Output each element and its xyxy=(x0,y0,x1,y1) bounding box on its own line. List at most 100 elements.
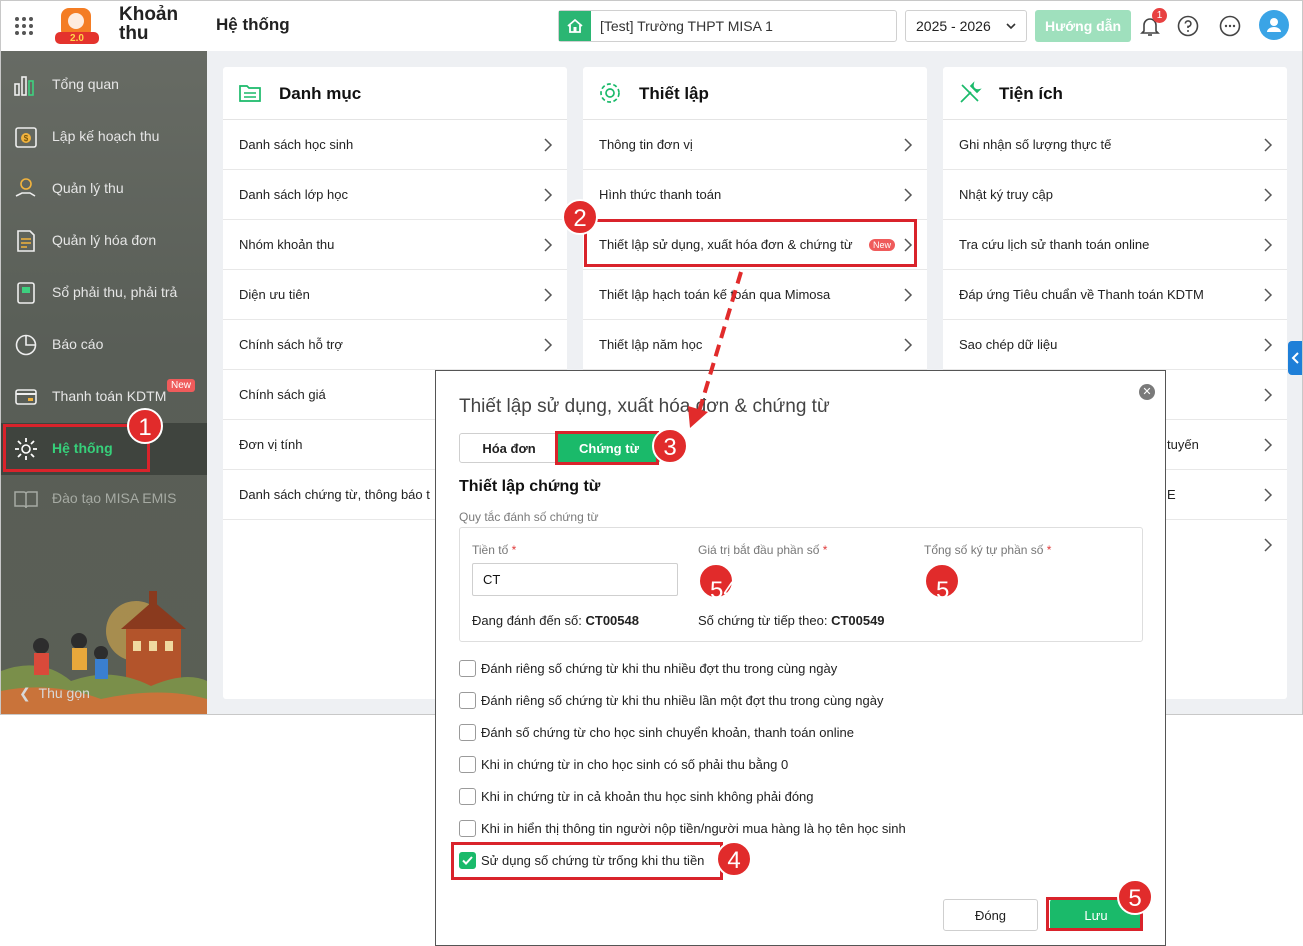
list-item-label: Diện ưu tiên xyxy=(239,287,310,302)
list-item[interactable]: Diện ưu tiên xyxy=(223,270,567,320)
top-bar: 2.0 Khoản thu Hệ thống [Test] Trường THP… xyxy=(1,1,1302,51)
list-item[interactable]: Thiết lập năm học xyxy=(583,320,927,370)
list-item[interactable]: Danh sách lớp học xyxy=(223,170,567,220)
book-icon xyxy=(14,491,38,509)
list-item[interactable]: Tra cứu lịch sử thanh toán online xyxy=(943,220,1287,270)
chevron-down-icon xyxy=(1006,23,1016,30)
start-value-label: Giá trị bắt đầu phần số * xyxy=(698,543,827,557)
sidebar-item-training[interactable]: Đào tạo MISA EMIS xyxy=(1,473,207,525)
step-badge-1: 1 xyxy=(127,408,163,444)
list-item[interactable]: Đáp ứng Tiêu chuẩn về Thanh toán KDTM xyxy=(943,270,1287,320)
sidebar-item-collection[interactable]: Quản lý thu xyxy=(1,163,207,215)
sidebar-item-label: Tổng quan xyxy=(52,76,119,92)
checkbox-label: Khi in hiển thị thông tin người nộp tiền… xyxy=(481,820,906,836)
checkbox[interactable] xyxy=(459,755,476,773)
list-item[interactable]: Chính sách hỗ trợ xyxy=(223,320,567,370)
numbering-rules-box: Tiền tố * CT Giá trị bắt đầu phần số * 5… xyxy=(459,527,1143,642)
next-number-info: Số chứng từ tiếp theo: CT00549 xyxy=(698,613,885,628)
ledger-icon xyxy=(17,282,35,304)
option-print-student-name[interactable]: Khi in hiển thị thông tin người nộp tiền… xyxy=(459,818,906,838)
more-icon[interactable] xyxy=(1218,14,1242,38)
sidebar-item-cashless[interactable]: Thanh toán KDTM New xyxy=(1,371,207,423)
sidebar-item-plan[interactable]: $ Lập kế hoạch thu xyxy=(1,111,207,163)
chevron-right-icon xyxy=(904,188,913,202)
required-mark: * xyxy=(822,543,828,557)
annotation-box-settings-item xyxy=(584,219,917,267)
section-title: Thiết lập chứng từ xyxy=(459,478,601,495)
digit-count-label-text: Tổng số ký tự phần số xyxy=(924,543,1044,557)
list-item[interactable]: Danh sách học sinh xyxy=(223,120,567,170)
chevron-right-icon xyxy=(544,188,553,202)
list-item[interactable]: Thiết lập hạch toán kế toán qua Mimosa xyxy=(583,270,927,320)
help-icon[interactable] xyxy=(1176,14,1200,38)
prefix-input[interactable]: CT xyxy=(472,563,678,596)
sidebar-item-label: Quản lý hóa đơn xyxy=(52,232,157,248)
chevron-right-icon xyxy=(544,238,553,252)
option-separate-by-batch[interactable]: Đánh riêng số chứng từ khi thu nhiều đợt… xyxy=(459,658,837,678)
collapse-sidebar-button[interactable]: ❮ Thu gọn xyxy=(19,685,90,702)
list-item-label: Thiết lập hạch toán kế toán qua Mimosa xyxy=(599,287,831,302)
chevron-right-icon xyxy=(1264,288,1273,302)
chevron-right-icon xyxy=(1264,138,1273,152)
sidebar-item-reports[interactable]: Báo cáo xyxy=(1,319,207,371)
option-print-exempt[interactable]: Khi in chứng từ in cả khoản thu học sinh… xyxy=(459,786,814,806)
plan-money-icon: $ xyxy=(15,127,37,148)
checkbox[interactable] xyxy=(459,723,476,741)
school-selector[interactable]: [Test] Trường THPT MISA 1 xyxy=(558,10,897,42)
tab-invoice[interactable]: Hóa đơn xyxy=(459,433,559,463)
prefix-label: Tiền tố * xyxy=(472,543,516,557)
chevron-right-icon xyxy=(544,138,553,152)
guide-button[interactable]: Hướng dẫn xyxy=(1035,10,1131,42)
option-separate-by-time[interactable]: Đánh riêng số chứng từ khi thu nhiều lần… xyxy=(459,690,883,710)
card-title: Thiết lập xyxy=(639,84,709,103)
list-item[interactable]: Sao chép dữ liệu xyxy=(943,320,1287,370)
required-mark: * xyxy=(511,543,517,557)
list-item-label: Ghi nhận số lượng thực tế xyxy=(959,137,1112,152)
expand-panel-button[interactable] xyxy=(1288,341,1302,375)
list-item[interactable]: Ghi nhận số lượng thực tế xyxy=(943,120,1287,170)
step-badge-2: 2 xyxy=(562,199,598,235)
digit-count-input[interactable]: 5 xyxy=(924,563,960,604)
gear-icon xyxy=(600,83,620,103)
dialog-title: Thiết lập sử dụng, xuất hóa đơn & chứng … xyxy=(459,396,830,417)
collapse-label: Thu gọn xyxy=(38,685,90,701)
list-item[interactable]: Thông tin đơn vị xyxy=(583,120,927,170)
list-item[interactable]: Hình thức thanh toán xyxy=(583,170,927,220)
required-mark: * xyxy=(1046,543,1052,557)
current-number-label: Đang đánh đến số: xyxy=(472,613,582,628)
start-value-input[interactable]: 549 xyxy=(698,563,750,604)
sidebar-item-overview[interactable]: Tổng quan xyxy=(1,59,207,111)
close-icon[interactable]: ✕ xyxy=(1139,384,1155,400)
list-item-label: Danh sách học sinh xyxy=(239,137,354,152)
checkbox[interactable] xyxy=(459,819,476,837)
option-number-online[interactable]: Đánh số chứng từ cho học sinh chuyển kho… xyxy=(459,722,854,742)
card-title: Tiện ích xyxy=(999,84,1063,103)
step-badge-4: 4 xyxy=(716,841,752,877)
list-item[interactable]: Nhật ký truy cập xyxy=(943,170,1287,220)
option-print-zero[interactable]: Khi in chứng từ in cho học sinh có số ph… xyxy=(459,754,788,774)
home-icon[interactable] xyxy=(559,11,591,41)
checkbox[interactable] xyxy=(459,659,476,677)
hand-money-icon xyxy=(15,178,36,197)
chevron-left-icon xyxy=(1291,352,1299,364)
sidebar-item-label: Đào tạo MISA EMIS xyxy=(52,490,177,506)
checkbox[interactable] xyxy=(459,787,476,805)
close-button[interactable]: Đóng xyxy=(943,899,1038,931)
page-title: Hệ thống xyxy=(216,15,290,34)
list-item-label: Nhóm khoản thu xyxy=(239,237,335,252)
annotation-box-voucher-tab xyxy=(555,431,659,465)
invoice-icon xyxy=(17,230,35,252)
sidebar-item-invoices[interactable]: Quản lý hóa đơn xyxy=(1,215,207,267)
chevron-right-icon xyxy=(904,338,913,352)
user-avatar[interactable] xyxy=(1259,10,1289,40)
sidebar-item-label: Thanh toán KDTM xyxy=(52,388,167,404)
apps-grid-icon[interactable] xyxy=(15,17,33,35)
sidebar-item-ledger[interactable]: Sổ phải thu, phải trả xyxy=(1,267,207,319)
list-item[interactable]: Nhóm khoản thu xyxy=(223,220,567,270)
logo-badge: 2.0 xyxy=(70,33,84,44)
pie-chart-icon xyxy=(15,334,37,356)
folder-icon xyxy=(239,85,261,102)
school-year-select[interactable]: 2025 - 2026 xyxy=(905,10,1027,42)
checkbox[interactable] xyxy=(459,691,476,709)
school-name: [Test] Trường THPT MISA 1 xyxy=(600,18,773,34)
